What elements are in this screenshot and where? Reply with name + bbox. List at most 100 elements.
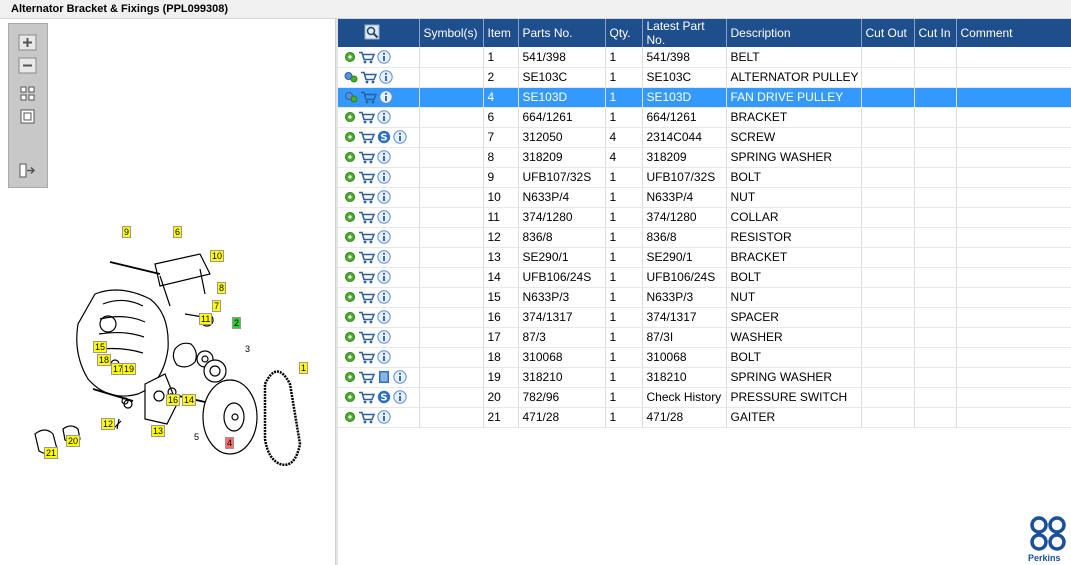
info-icon[interactable] bbox=[379, 70, 393, 85]
add-to-cart-icon[interactable] bbox=[358, 331, 375, 344]
table-row[interactable]: 9 UFB107/32S 1 UFB107/32S BOLT bbox=[338, 167, 1071, 188]
table-row[interactable]: 2 SE103C 1 SE103C ALTERNATOR PULLEY bbox=[338, 67, 1071, 88]
parts-no-column-header[interactable]: Parts No. bbox=[518, 19, 606, 47]
part-status-icon[interactable] bbox=[344, 391, 356, 403]
qty-column-header[interactable]: Qty. bbox=[605, 19, 643, 47]
info-icon[interactable] bbox=[377, 50, 391, 64]
part-status-icon[interactable] bbox=[344, 51, 356, 63]
add-to-cart-icon[interactable] bbox=[358, 211, 375, 224]
table-row[interactable]: 1 541/398 1 541/398 BELT bbox=[338, 47, 1071, 68]
callout-9[interactable]: 9 bbox=[122, 226, 132, 238]
add-to-cart-icon[interactable] bbox=[358, 151, 375, 164]
part-status-icon[interactable] bbox=[344, 191, 356, 203]
callout-8[interactable]: 8 bbox=[217, 282, 227, 294]
info-icon[interactable] bbox=[377, 190, 391, 205]
info-icon[interactable] bbox=[393, 390, 407, 405]
search-icon[interactable] bbox=[364, 24, 380, 43]
add-to-cart-icon[interactable] bbox=[358, 411, 375, 424]
callout-14[interactable]: 14 bbox=[182, 394, 197, 406]
info-icon[interactable] bbox=[377, 230, 391, 245]
part-status-icon[interactable] bbox=[344, 331, 356, 343]
add-to-cart-icon[interactable] bbox=[360, 91, 377, 104]
table-row[interactable]: 6 664/1261 1 664/1261 BRACKET bbox=[338, 107, 1071, 128]
table-row[interactable]: 13 SE290/1 1 SE290/1 BRACKET bbox=[338, 247, 1071, 268]
zoom-in-icon[interactable] bbox=[18, 34, 37, 51]
service-info-icon[interactable]: S bbox=[377, 130, 391, 144]
add-to-cart-icon[interactable] bbox=[358, 171, 375, 184]
table-row[interactable]: 8 318209 4 318209 SPRING WASHER bbox=[338, 147, 1071, 168]
callout-16[interactable]: 16 bbox=[166, 394, 181, 406]
callout-1[interactable]: 1 bbox=[299, 362, 309, 374]
part-status-icon[interactable] bbox=[344, 171, 356, 183]
callout-21[interactable]: 21 bbox=[44, 447, 59, 459]
search-column-header[interactable] bbox=[338, 19, 420, 47]
part-kit-icon[interactable] bbox=[344, 91, 358, 103]
callout-11[interactable]: 11 bbox=[199, 313, 213, 325]
callout-4[interactable]: 4 bbox=[225, 437, 235, 449]
add-to-cart-icon[interactable] bbox=[358, 311, 375, 324]
service-info-icon[interactable]: S bbox=[377, 390, 391, 404]
table-row[interactable]: 16 374/1317 1 374/1317 SPACER bbox=[338, 307, 1071, 328]
info-icon[interactable] bbox=[377, 310, 391, 325]
item-column-header[interactable]: Item bbox=[483, 19, 519, 47]
info-icon[interactable] bbox=[377, 150, 391, 165]
info-icon[interactable] bbox=[377, 290, 391, 305]
actual-size-icon[interactable] bbox=[18, 108, 37, 125]
table-row[interactable]: 21 471/28 1 471/28 GAITER bbox=[338, 407, 1071, 428]
callout-2[interactable]: 2 bbox=[232, 317, 242, 329]
table-row[interactable]: 19 318210 1 318210 SPRING WASHER bbox=[338, 367, 1071, 388]
info-icon[interactable] bbox=[377, 250, 391, 265]
callout-3[interactable]: 3 bbox=[243, 344, 252, 354]
callout-7[interactable]: 7 bbox=[212, 300, 222, 312]
table-row[interactable]: 14 UFB106/24S 1 UFB106/24S BOLT bbox=[338, 267, 1071, 288]
add-to-cart-icon[interactable] bbox=[358, 271, 375, 284]
export-icon[interactable] bbox=[18, 162, 37, 179]
callout-5[interactable]: 5 bbox=[192, 432, 201, 442]
callout-18[interactable]: 18 bbox=[97, 354, 112, 366]
add-to-cart-icon[interactable] bbox=[358, 291, 375, 304]
table-row[interactable]: 4 SE103D 1 SE103D FAN DRIVE PULLEY bbox=[338, 87, 1071, 108]
table-row[interactable]: 10 N633P/4 1 N633P/4 NUT bbox=[338, 187, 1071, 208]
info-icon[interactable] bbox=[393, 130, 407, 145]
diagram-pane[interactable]: 9 6 10 8 7 11 2 3 15 18 17 19 16 14 13 4… bbox=[0, 19, 335, 565]
cut-in-column-header[interactable]: Cut In bbox=[914, 19, 957, 47]
part-status-icon[interactable] bbox=[344, 351, 356, 363]
part-status-icon[interactable] bbox=[344, 131, 356, 143]
add-to-cart-icon[interactable] bbox=[358, 351, 375, 364]
symbols-column-header[interactable]: Symbol(s) bbox=[419, 19, 484, 47]
fit-view-icon[interactable] bbox=[18, 85, 37, 102]
table-row[interactable]: 12 836/8 1 836/8 RESISTOR bbox=[338, 227, 1071, 248]
part-status-icon[interactable] bbox=[344, 411, 356, 423]
callout-6[interactable]: 6 bbox=[173, 226, 183, 238]
manual-icon[interactable] bbox=[377, 370, 391, 384]
add-to-cart-icon[interactable] bbox=[358, 131, 375, 144]
table-row[interactable]: 11 374/1280 1 374/1280 COLLAR bbox=[338, 207, 1071, 228]
part-status-icon[interactable] bbox=[344, 231, 356, 243]
table-row[interactable]: S 7 312050 4 2314C044 SCREW bbox=[338, 127, 1071, 148]
part-status-icon[interactable] bbox=[344, 291, 356, 303]
info-icon[interactable] bbox=[377, 330, 391, 345]
table-row[interactable]: 17 87/3 1 87/3I WASHER bbox=[338, 327, 1071, 348]
add-to-cart-icon[interactable] bbox=[360, 71, 377, 84]
zoom-out-icon[interactable] bbox=[18, 57, 37, 74]
callout-12[interactable]: 12 bbox=[101, 418, 116, 430]
callout-19[interactable]: 19 bbox=[122, 363, 137, 375]
add-to-cart-icon[interactable] bbox=[358, 191, 375, 204]
table-row[interactable]: S 20 782/96 1 Check History PRESSURE SWITCH bbox=[338, 387, 1071, 408]
part-status-icon[interactable] bbox=[344, 151, 356, 163]
add-to-cart-icon[interactable] bbox=[358, 51, 375, 64]
add-to-cart-icon[interactable] bbox=[358, 391, 375, 404]
info-icon[interactable] bbox=[377, 210, 391, 225]
add-to-cart-icon[interactable] bbox=[358, 231, 375, 244]
part-status-icon[interactable] bbox=[344, 211, 356, 223]
part-status-icon[interactable] bbox=[344, 271, 356, 283]
info-icon[interactable] bbox=[377, 110, 391, 125]
cut-out-column-header[interactable]: Cut Out bbox=[861, 19, 915, 47]
part-status-icon[interactable] bbox=[344, 111, 356, 123]
add-to-cart-icon[interactable] bbox=[358, 251, 375, 264]
info-icon[interactable] bbox=[377, 410, 391, 425]
callout-10[interactable]: 10 bbox=[210, 250, 225, 262]
info-icon[interactable] bbox=[393, 370, 407, 385]
add-to-cart-icon[interactable] bbox=[358, 371, 375, 384]
latest-part-no-column-header[interactable]: Latest Part No. bbox=[642, 19, 727, 47]
